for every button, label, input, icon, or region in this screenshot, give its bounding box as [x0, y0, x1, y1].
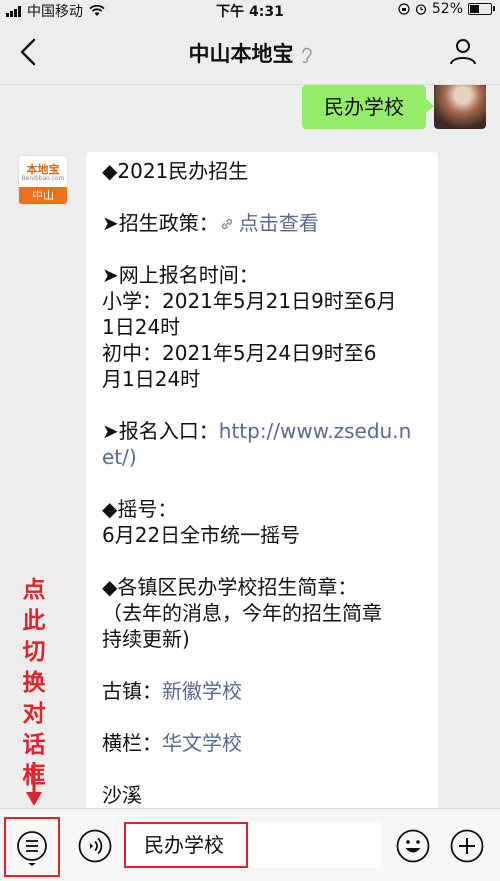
entry-link-part1[interactable]: http://www.zsedu.n: [219, 419, 412, 443]
avatar-subtext: Bendibao.com: [21, 175, 65, 182]
policy-link[interactable]: 点击查看: [239, 211, 319, 235]
battery-icon: [468, 3, 495, 15]
message-input[interactable]: 民办学校: [124, 822, 248, 868]
signup-time-block: ➤网上报名时间： 小学：2021年5月21日9时至6月 1日24时 初中：202…: [102, 262, 422, 392]
menu-list-icon: [17, 831, 47, 866]
henglan-school-link[interactable]: 华文学校: [162, 731, 242, 755]
profile-icon[interactable]: [448, 36, 478, 66]
emoji-icon[interactable]: [396, 829, 430, 863]
brochure-block: ◆各镇区民办学校招生简章： （去年的消息，今年的招生简章 持续更新): [102, 574, 422, 652]
guzhen-school-link[interactable]: 新徽学校: [162, 679, 242, 703]
partial-next-row: 沙溪: [102, 782, 422, 808]
link-icon: [221, 218, 232, 230]
primary-time-line1: 小学：2021年5月21日9时至6月: [102, 289, 397, 313]
outgoing-message-text: 民办学校: [324, 95, 404, 119]
lottery-label: ◆摇号：: [102, 497, 178, 521]
annotation-char: 此: [22, 608, 46, 634]
status-right: 52%: [398, 1, 495, 17]
user-avatar[interactable]: [434, 85, 486, 129]
guzhen-row: 古镇：新徽学校: [102, 678, 422, 704]
avatar-city: 中山: [19, 187, 67, 204]
annotation-char: 点: [22, 577, 46, 603]
chat-area[interactable]: 民办学校 本地宝 Bendibao.com 中山 ◆2021民办招生 ➤招生政策…: [0, 85, 500, 808]
guzhen-label: 古镇：: [102, 679, 162, 703]
entry-label: ➤报名入口：: [102, 419, 219, 443]
annotation-char: 对: [22, 701, 46, 727]
entry-block: ➤报名入口：http://www.zsedu.n et/): [102, 418, 422, 470]
annotation-arrow-icon: [26, 762, 42, 806]
policy-label: ➤招生政策：: [102, 211, 219, 235]
lottery-block: ◆摇号： 6月22日全市统一摇号: [102, 496, 422, 548]
middle-time-line1: 初中：2021年5月24日9时至6: [102, 341, 377, 365]
message-input-text: 民办学校: [144, 833, 224, 857]
brochure-label: ◆各镇区民办学校招生简章：: [102, 575, 358, 599]
alarm-icon: [415, 4, 427, 15]
official-account-avatar[interactable]: 本地宝 Bendibao.com 中山: [18, 155, 68, 205]
input-toolbar: 民办学校: [0, 808, 500, 881]
battery-percent: 52%: [431, 1, 463, 17]
primary-time-line2: 1日24时: [102, 315, 181, 339]
partial-next-text: 沙溪: [102, 783, 142, 807]
incoming-message[interactable]: ◆2021民办招生 ➤招生政策： 点击查看 ➤网上报名时间： 小学：2021年5月…: [86, 152, 438, 808]
entry-link-part2[interactable]: et/): [102, 445, 137, 469]
nav-bar: 中山本地宝: [0, 20, 500, 85]
annotation-text: 点 此 切 换 对 话 框: [20, 575, 48, 792]
policy-row: ➤招生政策： 点击查看: [102, 210, 422, 236]
annotation-char: 切: [22, 639, 46, 665]
brochure-note-line1: （去年的消息，今年的招生简章: [102, 601, 382, 625]
henglan-label: 横栏：: [102, 731, 162, 755]
outgoing-message[interactable]: 民办学校: [302, 85, 434, 129]
page-title-text: 中山本地宝: [188, 42, 294, 66]
status-bar: 中国移动 下午 4:31 52%: [0, 0, 500, 20]
annotation-char: 换: [22, 670, 46, 696]
message-heading: ◆2021民办招生: [102, 159, 249, 183]
menu-toggle-button[interactable]: [4, 817, 60, 877]
voice-icon[interactable]: [78, 829, 112, 863]
henglan-row: 横栏：华文学校: [102, 730, 422, 756]
plus-icon[interactable]: [450, 829, 484, 863]
brochure-note-line2: 持续更新): [102, 627, 190, 651]
middle-time-line2: 月1日24时: [102, 367, 201, 391]
lottery-text: 6月22日全市统一摇号: [102, 523, 301, 547]
page-title: 中山本地宝: [0, 38, 500, 68]
annotation-char: 话: [22, 732, 46, 758]
signup-time-label: ➤网上报名时间：: [102, 263, 259, 287]
rotation-lock-icon: [398, 3, 410, 15]
ear-icon: [301, 47, 312, 63]
